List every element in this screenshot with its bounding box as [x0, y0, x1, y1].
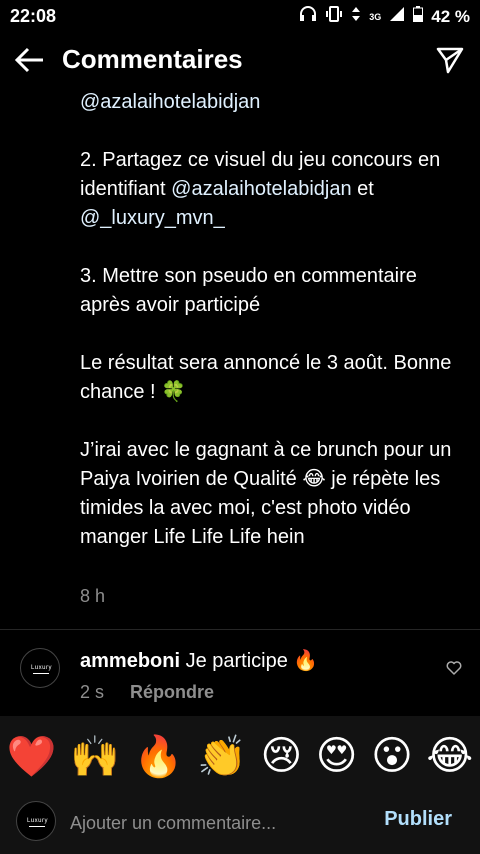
- send-button[interactable]: [436, 46, 464, 74]
- signal-icon: [389, 6, 405, 27]
- comment-text: ammeboni Je participe 🔥: [80, 648, 318, 673]
- heart-icon: [446, 661, 462, 675]
- caption-timestamp: 8 h: [80, 586, 106, 606]
- mention-link[interactable]: @_luxury_mvn_: [80, 207, 225, 229]
- caption-step-2: 2. Partagez ce visuel du jeu concours en…: [80, 149, 441, 229]
- divider: [0, 629, 480, 630]
- like-comment-button[interactable]: [446, 660, 462, 676]
- data-arrows-icon: [351, 6, 361, 27]
- status-bar: 22:08 3G 42 %: [0, 0, 480, 32]
- status-time: 22:08: [10, 6, 57, 26]
- emoji-clap[interactable]: 👏: [197, 733, 247, 780]
- avatar: Luxury: [16, 801, 56, 841]
- avatar[interactable]: Luxury: [20, 648, 60, 688]
- send-icon: [436, 47, 464, 74]
- headphones-icon: [299, 6, 317, 27]
- battery-percent: 42 %: [431, 6, 470, 26]
- publish-button[interactable]: Publier: [384, 808, 452, 831]
- emoji-quick-bar: ❤️ 🙌 🔥 👏 😢 😍 😮 😂: [0, 730, 480, 782]
- comment-username[interactable]: ammeboni: [80, 650, 180, 672]
- avatar-logo-text: Luxury: [31, 665, 53, 671]
- emoji-heart[interactable]: ❤️: [7, 733, 57, 780]
- arrow-left-icon: [14, 47, 43, 73]
- emoji-fire[interactable]: 🔥: [134, 733, 184, 780]
- caption-step-3: 3. Mettre son pseudo en commentaire aprè…: [80, 265, 417, 316]
- top-bar: Commentaires: [0, 32, 480, 88]
- page-title: Commentaires: [62, 44, 243, 74]
- emoji-raised-hands[interactable]: 🙌: [70, 733, 120, 780]
- avatar-logo-text: Luxury: [27, 818, 49, 824]
- caption-result: Le résultat sera annoncé le 3 août. Bonn…: [80, 352, 452, 403]
- network-label: 3G: [369, 11, 382, 22]
- comment-input[interactable]: [68, 808, 372, 838]
- vibrate-icon: [325, 6, 343, 27]
- caption-closing: J’irai avec le gagnant à ce brunch pour …: [80, 439, 452, 548]
- emoji-laughing[interactable]: 😂: [426, 733, 473, 779]
- mention-link[interactable]: @azalaihotelabidjan: [171, 178, 351, 200]
- mention-link[interactable]: @azalaihotelabidjan: [80, 91, 260, 113]
- battery-icon: [413, 6, 424, 27]
- post-caption: @azalaihotelabidjan 2. Partagez ce visue…: [80, 88, 460, 552]
- status-icons: 3G 42 %: [299, 6, 470, 27]
- emoji-heart-eyes[interactable]: 😍: [316, 733, 358, 779]
- back-button[interactable]: [14, 46, 46, 74]
- emoji-crying[interactable]: 😢: [260, 733, 302, 779]
- comment-timestamp: 2 s: [80, 682, 105, 702]
- reply-button[interactable]: Répondre: [130, 682, 214, 703]
- comment-meta: 2 s Répondre: [80, 682, 214, 703]
- comment-body: Je participe 🔥: [185, 650, 319, 672]
- emoji-surprised[interactable]: 😮: [371, 733, 413, 779]
